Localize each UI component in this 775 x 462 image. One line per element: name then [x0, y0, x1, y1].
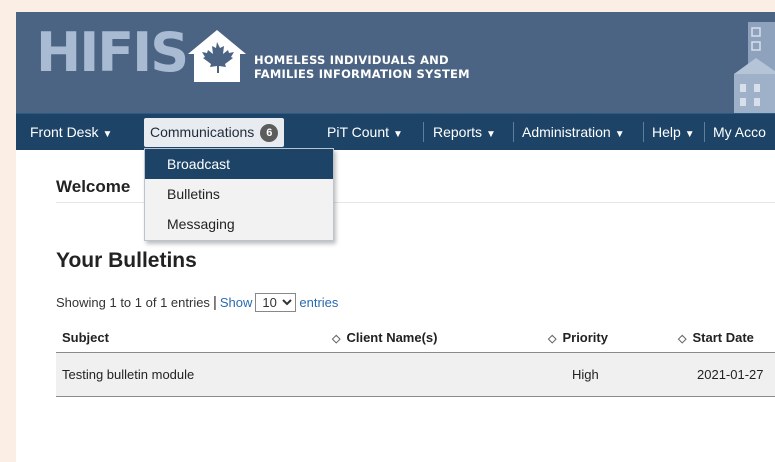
- nav-divider: [423, 122, 424, 142]
- cell-priority: High: [572, 367, 599, 382]
- chevron-down-icon: ▼: [486, 129, 496, 140]
- chevron-down-icon: ▼: [614, 129, 625, 140]
- nav-pit-count[interactable]: PiT Count ▼: [327, 114, 403, 151]
- column-header-priority[interactable]: ◇ Priority: [548, 323, 608, 352]
- communications-dropdown-menu: Broadcast Bulletins Messaging: [144, 148, 334, 241]
- nav-pit-count-label: PiT Count: [327, 124, 389, 140]
- nav-front-desk-label: Front Desk: [30, 124, 99, 140]
- table-info-bar: Showing 1 to 1 of 1 entries | Show 10 entrie…: [56, 293, 338, 312]
- chevron-down-icon: ▼: [393, 129, 403, 140]
- nav-help-label: Help: [652, 124, 681, 140]
- chevron-down-icon: ▼: [102, 129, 113, 140]
- hifis-logo[interactable]: HIFIS: [36, 22, 189, 84]
- nav-front-desk[interactable]: Front Desk ▼: [30, 114, 112, 151]
- chevron-down-icon: ▼: [684, 129, 695, 140]
- nav-administration-label: Administration: [522, 124, 611, 140]
- welcome-heading: Welcome: [56, 177, 131, 196]
- nav-my-account[interactable]: My Acco: [713, 114, 766, 151]
- nav-communications-label: Communications: [150, 124, 255, 140]
- page: HIFIS HOMELESS INDIVIDUALS AND FAMILIES …: [16, 12, 775, 462]
- menu-item-bulletins[interactable]: Bulletins: [145, 179, 333, 209]
- menu-item-broadcast[interactable]: Broadcast: [145, 149, 333, 179]
- menu-item-messaging[interactable]: Messaging: [145, 209, 333, 239]
- nav-divider: [704, 122, 705, 142]
- table-row[interactable]: Testing bulletin module High 2021-01-27: [56, 353, 775, 397]
- column-header-start-date-label: Start Date: [692, 330, 754, 345]
- system-name-line1: HOMELESS INDIVIDUALS AND: [254, 53, 449, 67]
- sort-icon: ◇: [548, 333, 557, 345]
- table-header: Subject ◇ Client Name(s) ◇ Priority ◇ Start…: [56, 323, 775, 353]
- column-header-client-names-label: Client Name(s): [346, 330, 438, 345]
- entries-count-text: Showing 1 to 1 of 1 entries: [56, 295, 210, 310]
- nav-reports-label: Reports: [433, 124, 483, 140]
- sort-icon: ◇: [332, 333, 341, 345]
- system-name: HOMELESS INDIVIDUALS AND FAMILIES INFORM…: [254, 53, 470, 81]
- entries-label: entries: [299, 295, 339, 310]
- building-illustration: [734, 22, 775, 113]
- main-nav: Front Desk ▼ Communications 6 PiT Count ▼ R…: [16, 113, 775, 150]
- maple-leaf-house-icon: [188, 30, 246, 82]
- column-header-priority-label: Priority: [562, 330, 608, 345]
- header-banner: HIFIS HOMELESS INDIVIDUALS AND FAMILIES …: [16, 12, 775, 113]
- bulletins-heading: Your Bulletins: [56, 249, 197, 272]
- column-header-client-names[interactable]: ◇ Client Name(s): [332, 323, 438, 352]
- communications-count-badge: 6: [260, 124, 279, 142]
- nav-help[interactable]: Help ▼: [652, 114, 695, 151]
- cell-start-date: 2021-01-27: [697, 367, 764, 382]
- nav-divider: [513, 122, 514, 142]
- system-name-line2: FAMILIES INFORMATION SYSTEM: [254, 67, 470, 81]
- nav-communications[interactable]: Communications 6: [144, 118, 285, 147]
- column-header-start-date[interactable]: ◇ Start Date: [678, 323, 754, 352]
- info-separator: |: [212, 294, 217, 311]
- nav-administration[interactable]: Administration ▼: [522, 114, 625, 151]
- cell-subject: Testing bulletin module: [62, 367, 195, 382]
- nav-reports[interactable]: Reports ▼: [433, 114, 496, 151]
- sort-icon: ◇: [678, 333, 687, 345]
- nav-my-account-label: My Acco: [713, 124, 766, 140]
- page-size-select[interactable]: 10: [255, 293, 297, 312]
- nav-divider: [643, 122, 644, 142]
- show-label: Show: [219, 295, 253, 310]
- column-header-subject[interactable]: Subject: [62, 323, 109, 352]
